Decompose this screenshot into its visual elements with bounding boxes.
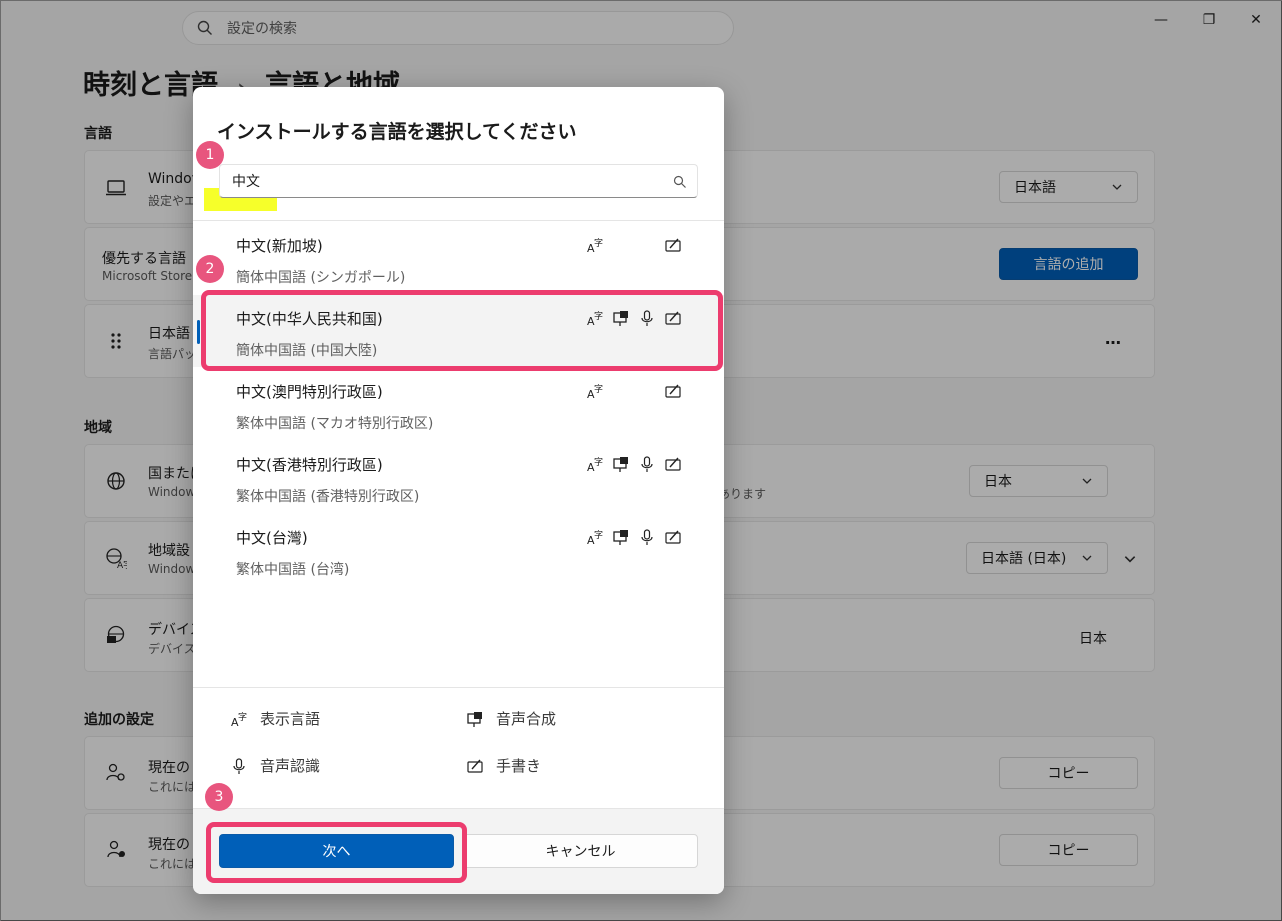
install-language-dialog: インストールする言語を選択してください 中文 中文(新加坡) 簡体中国語 (シン… [193, 87, 724, 894]
divider [193, 687, 724, 688]
speech-recognition-icon [233, 757, 245, 774]
speech-recognition-icon [641, 529, 653, 545]
svg-text:字: 字 [594, 237, 603, 249]
handwriting-icon [665, 238, 681, 252]
cancel-button[interactable]: キャンセル [463, 834, 698, 868]
legend-speech-recognition: 音声認識 [230, 755, 320, 776]
annotation-step-2: 2 [196, 255, 224, 283]
display-language-icon: A字 [587, 383, 603, 400]
legend-label: 表示言語 [260, 710, 321, 728]
display-language-icon: A字 [587, 456, 603, 473]
language-item[interactable]: 中文(香港特別行政區) 繁体中国語 (香港特別行政区) A字 [193, 441, 724, 513]
settings-window: 設定の検索 — ❐ ✕ 時刻と言語 › 言語と地域 言語 Windov 設定やエ… [0, 0, 1282, 921]
display-language-icon: A字 [587, 237, 603, 254]
search-icon [673, 175, 686, 188]
annotation-highlight-language [201, 290, 723, 371]
text-to-speech-icon [613, 530, 628, 545]
annotation-step-3: 3 [205, 783, 233, 811]
annotation-highlight-next [206, 822, 467, 883]
text-to-speech-icon [467, 711, 482, 727]
language-item[interactable]: 中文(澳門特別行政區) 繁体中国語 (マカオ特別行政区) A字 [193, 368, 724, 440]
language-item[interactable]: 中文(新加坡) 簡体中国語 (シンガポール) A字 [193, 222, 724, 294]
language-name: 中文(台灣) [236, 529, 308, 547]
legend-handwriting: 手書き [466, 755, 541, 776]
language-name: 中文(新加坡) [236, 237, 323, 255]
handwriting-icon [665, 457, 681, 471]
language-search-value: 中文 [232, 174, 260, 190]
svg-text:字: 字 [238, 711, 247, 723]
handwriting-icon [467, 759, 483, 773]
legend-text-to-speech: 音声合成 [466, 708, 556, 729]
legend-label: 音声認識 [260, 757, 321, 775]
divider [193, 220, 724, 221]
handwriting-icon [665, 530, 681, 544]
selection-indicator [197, 320, 200, 344]
display-language-icon: A字 [587, 529, 603, 546]
language-search-input[interactable]: 中文 [219, 164, 698, 198]
svg-text:字: 字 [594, 529, 603, 541]
dialog-title: インストールする言語を選択してください [217, 121, 577, 143]
speech-recognition-icon [641, 456, 653, 472]
svg-text:字: 字 [594, 456, 603, 468]
language-name: 中文(澳門特別行政區) [236, 383, 383, 401]
annotation-step-1: 1 [196, 141, 224, 169]
legend-display-language: A字 表示言語 [230, 708, 320, 729]
handwriting-icon [665, 384, 681, 398]
language-description: 繁体中国語 (台湾) [236, 562, 350, 578]
legend-label: 音声合成 [496, 710, 557, 728]
display-language-icon: A字 [231, 711, 247, 728]
language-description: 簡体中国語 (シンガポール) [236, 270, 406, 286]
svg-text:字: 字 [594, 383, 603, 395]
language-item[interactable]: 中文(台灣) 繁体中国語 (台湾) A字 [193, 514, 724, 586]
legend-label: 手書き [496, 757, 542, 775]
language-description: 繁体中国語 (香港特別行政区) [236, 489, 420, 505]
text-to-speech-icon [613, 457, 628, 472]
language-name: 中文(香港特別行政區) [236, 456, 383, 474]
language-description: 繁体中国語 (マカオ特別行政区) [236, 416, 434, 432]
